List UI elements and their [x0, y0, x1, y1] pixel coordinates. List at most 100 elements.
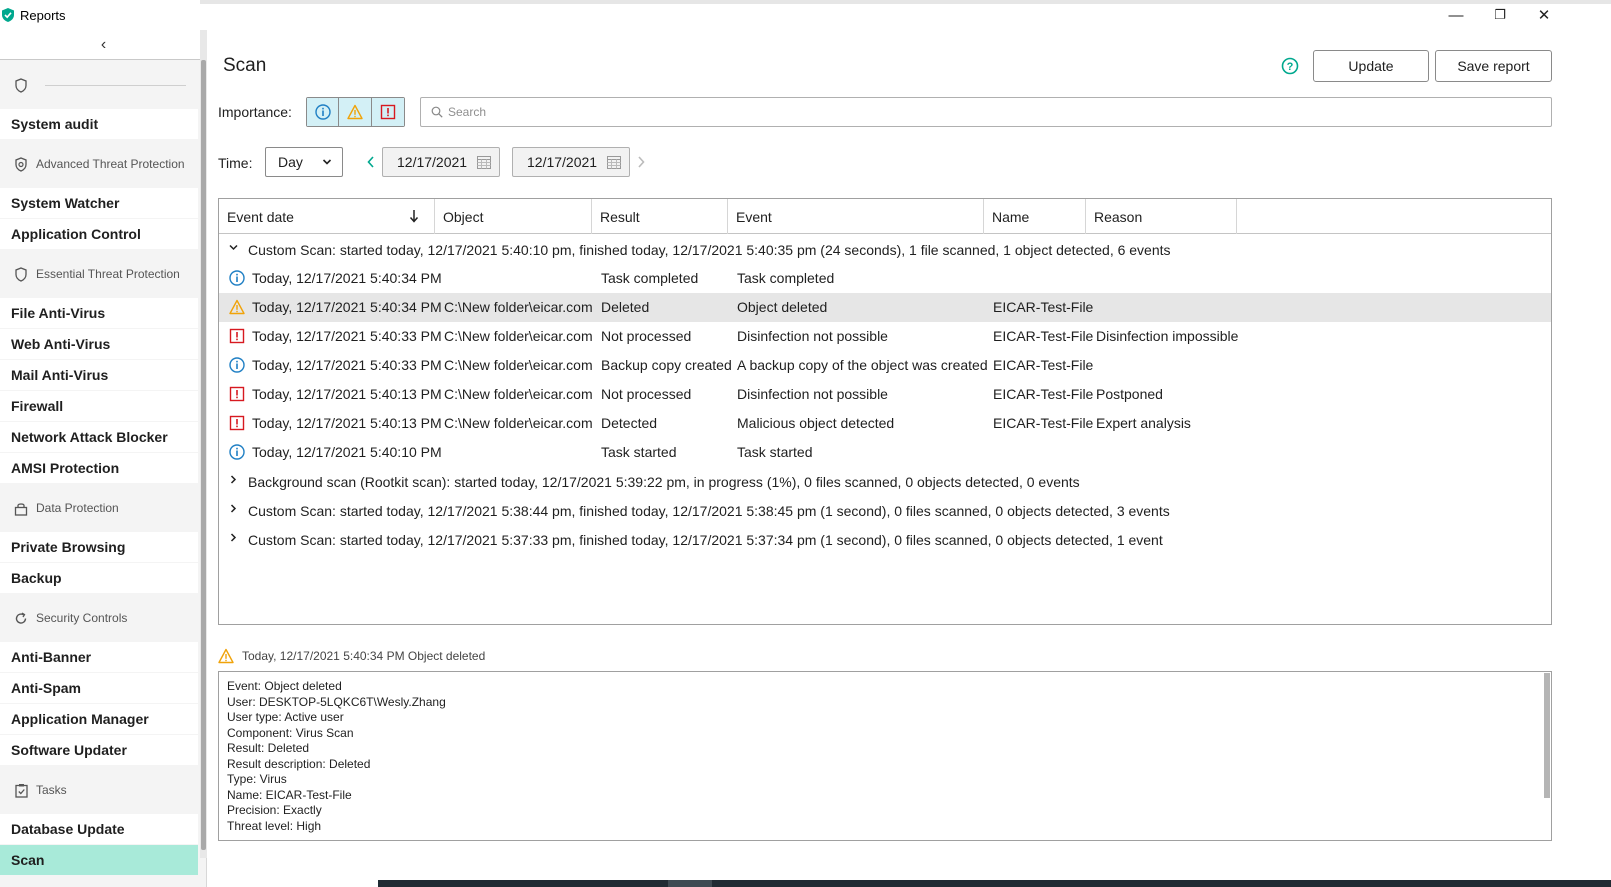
sidebar-item-backup[interactable]: Backup: [0, 563, 198, 593]
calendar-icon[interactable]: [477, 156, 491, 169]
search-input[interactable]: [448, 105, 1528, 119]
chevron-right-icon[interactable]: [228, 532, 239, 546]
window-title: Reports: [20, 8, 66, 23]
column-header-label: Event date: [227, 208, 294, 225]
cell-reason: Postponed: [1096, 386, 1163, 402]
column-header-result[interactable]: Result: [592, 199, 728, 234]
cell-object: C:\New folder\eicar.com: [444, 386, 593, 402]
sidebar-item-file-anti-virus[interactable]: File Anti-Virus: [0, 298, 198, 328]
scan-group-row[interactable]: Custom Scan: started today, 12/17/2021 5…: [219, 235, 1551, 264]
sidebar-item-system-audit[interactable]: System audit: [0, 109, 198, 139]
info-icon: [229, 270, 245, 286]
column-header-label: Name: [992, 208, 1030, 225]
sidebar-group-essential-threat-protection: Essential Threat Protection: [0, 250, 198, 298]
column-header-label: Object: [443, 208, 484, 225]
table-row[interactable]: Today, 12/17/2021 5:40:13 PM C:\New folde…: [219, 380, 1551, 409]
sidebar-item-anti-spam[interactable]: Anti-Spam: [0, 673, 198, 703]
date-from-field[interactable]: 12/17/2021: [382, 147, 500, 177]
taskbar-active-item[interactable]: [668, 880, 712, 887]
sidebar-item-firewall[interactable]: Firewall: [0, 391, 198, 421]
sidebar-item-private-browsing[interactable]: Private Browsing: [0, 532, 198, 562]
calendar-icon[interactable]: [607, 156, 621, 169]
table-row[interactable]: Today, 12/17/2021 5:40:34 PM Task complet…: [219, 264, 1551, 293]
table-header: Event date Object Result Event Name Reas…: [219, 199, 1551, 234]
column-header-name[interactable]: Name: [984, 199, 1086, 234]
details-scrollbar[interactable]: [1544, 673, 1550, 798]
column-header-event[interactable]: Event: [728, 199, 984, 234]
sidebar-item-scan[interactable]: Scan: [0, 845, 198, 875]
close-button[interactable]: ✕: [1530, 5, 1558, 25]
shield-icon: [14, 77, 28, 93]
search-field[interactable]: [420, 97, 1552, 127]
cell-event: Task started: [737, 444, 813, 460]
update-button[interactable]: Update: [1313, 50, 1429, 82]
table-row[interactable]: Today, 12/17/2021 5:40:33 PM C:\New folde…: [219, 351, 1551, 380]
details-line: Result: Deleted: [227, 741, 310, 755]
chevron-down-icon[interactable]: [228, 242, 239, 256]
column-header-label: Result: [600, 208, 640, 225]
restore-button[interactable]: ❐: [1486, 5, 1514, 25]
table-row[interactable]: Today, 12/17/2021 5:40:33 PM C:\New folde…: [219, 322, 1551, 351]
sidebar-item-application-manager[interactable]: Application Manager: [0, 704, 198, 734]
cell-reason: Expert analysis: [1096, 415, 1191, 431]
period-select-value: Day: [278, 154, 303, 170]
sidebar-item-system-watcher[interactable]: System Watcher: [0, 188, 198, 218]
sidebar-item-mail-anti-virus[interactable]: Mail Anti-Virus: [0, 360, 198, 390]
importance-info-toggle[interactable]: [307, 98, 340, 126]
cell-event: A backup copy of the object was created: [737, 357, 988, 373]
warning-icon: [347, 104, 363, 120]
cell-result: Not processed: [601, 386, 692, 402]
cell-object: C:\New folder\eicar.com: [444, 357, 593, 373]
cell-date: Today, 12/17/2021 5:40:13 PM: [252, 415, 442, 431]
minimize-button[interactable]: —: [1442, 5, 1470, 25]
table-row[interactable]: Today, 12/17/2021 5:40:10 PM Task started…: [219, 438, 1551, 467]
sidebar-group-label: Essential Threat Protection: [36, 267, 180, 281]
column-header-label: Reason: [1094, 208, 1143, 225]
next-period-icon[interactable]: [636, 155, 646, 169]
sidebar-item-anti-banner[interactable]: Anti-Banner: [0, 642, 198, 672]
column-header-event-date[interactable]: Event date: [219, 199, 435, 234]
cell-name: EICAR-Test-File: [993, 328, 1094, 344]
collapse-sidebar-button[interactable]: ‹: [0, 30, 206, 60]
importance-critical-toggle[interactable]: [371, 98, 404, 126]
sidebar-item-database-update[interactable]: Database Update: [0, 814, 198, 844]
cell-name: EICAR-Test-File: [993, 357, 1094, 373]
sidebar-item-network-attack-blocker[interactable]: Network Attack Blocker: [0, 422, 198, 452]
sidebar-item-amsi-protection[interactable]: AMSI Protection: [0, 453, 198, 483]
scan-group-row[interactable]: Background scan (Rootkit scan): started …: [219, 467, 1551, 496]
cell-date: Today, 12/17/2021 5:40:34 PM: [252, 270, 442, 286]
cell-result: Backup copy created: [601, 357, 732, 373]
refresh-shield-icon: [14, 610, 28, 626]
column-header-reason[interactable]: Reason: [1086, 199, 1237, 234]
importance-warning-toggle[interactable]: [339, 98, 372, 126]
scan-group-row[interactable]: Custom Scan: started today, 12/17/2021 5…: [219, 496, 1551, 525]
table-row[interactable]: Today, 12/17/2021 5:40:13 PM C:\New folde…: [219, 409, 1551, 438]
chevron-right-icon[interactable]: [228, 503, 239, 517]
help-icon[interactable]: ?: [1281, 57, 1299, 75]
sidebar-group-top: [0, 61, 198, 109]
save-report-button[interactable]: Save report: [1435, 50, 1552, 82]
info-icon: [229, 444, 245, 460]
chevron-right-icon[interactable]: [228, 474, 239, 488]
previous-period-icon[interactable]: [366, 155, 376, 169]
sidebar-item-web-anti-virus[interactable]: Web Anti-Virus: [0, 329, 198, 359]
sidebar-item-application-control[interactable]: Application Control: [0, 219, 198, 249]
scan-group-row[interactable]: Custom Scan: started today, 12/17/2021 5…: [219, 525, 1551, 554]
cell-event: Disinfection not possible: [737, 328, 888, 344]
details-line: Precision: Exactly: [227, 803, 322, 817]
sidebar-scrollbar-thumb[interactable]: [201, 60, 206, 850]
column-header-object[interactable]: Object: [435, 199, 592, 234]
sidebar-group-security-controls: Security Controls: [0, 594, 198, 642]
sidebar-scrollbar[interactable]: [200, 30, 207, 858]
period-select[interactable]: Day: [265, 147, 343, 177]
sidebar-item-software-updater[interactable]: Software Updater: [0, 735, 198, 765]
critical-icon: [229, 328, 245, 344]
details-header-text: Today, 12/17/2021 5:40:34 PM Object dele…: [242, 649, 486, 663]
date-to-field[interactable]: 12/17/2021: [512, 147, 630, 177]
table-row[interactable]: Today, 12/17/2021 5:40:34 PM C:\New folde…: [219, 293, 1551, 322]
cell-event: Object deleted: [737, 299, 828, 315]
scan-group-label: Custom Scan: started today, 12/17/2021 5…: [248, 241, 1171, 258]
shield-gear-icon: [14, 156, 28, 172]
details-panel[interactable]: Event: Object deleted User: DESKTOP-5LQKC…: [218, 671, 1552, 841]
column-header-label: Event: [736, 208, 772, 225]
